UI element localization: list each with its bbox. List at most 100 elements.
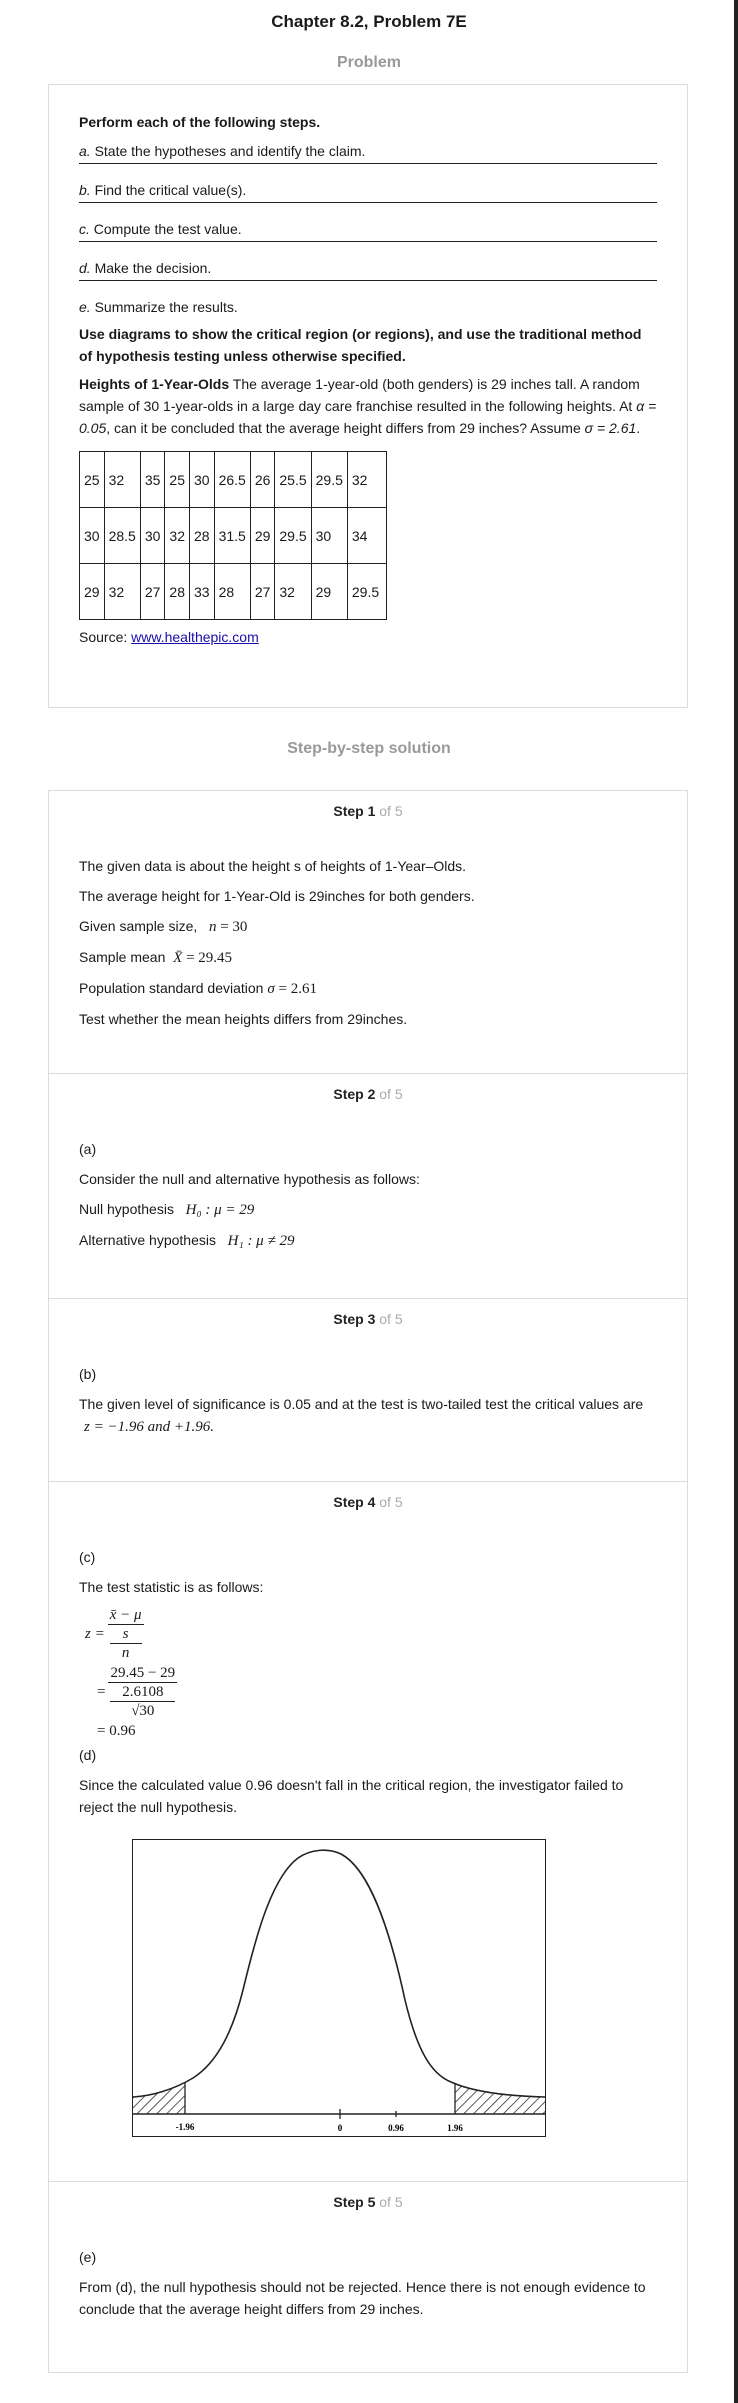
step-header: Step 5 of 5	[79, 2182, 657, 2224]
normal-distribution-plot: -1.96 0 0.96 1.96	[132, 1839, 546, 2137]
table-cell: 28	[164, 563, 190, 620]
step-number: Step 2	[333, 1086, 376, 1102]
step3-sentence: The given level of significance is 0.05 …	[79, 1396, 644, 1412]
math-expression: n = 30	[209, 919, 247, 935]
denominator-root: √30	[131, 1703, 155, 1719]
step1-label: Population standard deviation	[79, 980, 264, 996]
step1-std-dev: Population standard deviation σ = 2.61	[79, 977, 657, 1000]
source-label: Source:	[79, 629, 132, 645]
normal-curve	[132, 1849, 546, 2098]
table-cell: 33	[188, 563, 215, 620]
problem-step-c: c. Compute the test value.	[79, 217, 657, 242]
step-header: Step 1 of 5	[79, 791, 657, 833]
hypothesis-label: Null hypothesis	[79, 1201, 174, 1217]
denominator-n: n	[121, 1645, 130, 1661]
step1-sample-size: Given sample size, n = 30	[79, 915, 657, 938]
step-number: Step 3	[333, 1311, 376, 1327]
problem-step-b: b. Find the critical value(s).	[79, 178, 657, 203]
hypothesis-label: Alternative hypothesis	[79, 1232, 216, 1248]
label-test-statistic: 0.96	[388, 2123, 404, 2133]
table-cell: 31.5	[213, 507, 251, 564]
math-expression: z = −1.96 and +1.96.	[84, 1419, 214, 1435]
problem-heading: Problem	[336, 54, 401, 71]
source-link[interactable]: www.healthepic.com	[131, 629, 259, 645]
table-cell: 32	[274, 563, 312, 620]
problem-instruction: Perform each of the following steps.	[79, 114, 321, 130]
step5-conclusion: From (d), the null hypothesis should not…	[79, 2279, 646, 2317]
table-cell: 34	[346, 507, 387, 564]
math-expression: X̄ = 29.45	[173, 950, 232, 966]
step1-line: The given data is about the height s of …	[79, 858, 467, 874]
math-variable: σ	[267, 981, 275, 997]
problem-subheading: Heights of 1-Year-Olds	[79, 376, 230, 392]
table-cell: 25	[79, 451, 105, 508]
math-expression: H₀ : μ = 29	[185, 1202, 255, 1218]
table-cell: 27	[139, 563, 166, 620]
null-hypothesis: Null hypothesis H₀ : μ = 29	[79, 1198, 657, 1221]
table-cell: 28	[213, 563, 251, 620]
denominator-s: s	[109, 1625, 142, 1644]
solution-heading: Step-by-step solution	[287, 740, 451, 757]
table-cell: 26	[249, 451, 276, 508]
problem-text: , can it be concluded that the average h…	[106, 420, 585, 436]
step-text: Compute the test value.	[89, 221, 242, 237]
step-2-section: Step 2 of 5 (a) Consider the null and al…	[49, 1074, 687, 1299]
table-cell: 29	[79, 563, 105, 620]
table-cell: 35	[139, 451, 166, 508]
formula-result: = 0.96	[97, 1723, 136, 1739]
problem-step-e: e. Summarize the results.	[79, 295, 657, 319]
label-left-critical: -1.96	[176, 2122, 195, 2132]
math-value: = 2.61	[274, 981, 317, 997]
problem-body: Heights of 1-Year-Olds The average 1-yea…	[79, 373, 657, 439]
part-label: (e)	[79, 2249, 97, 2265]
table-cell: 32	[164, 507, 190, 564]
step-letter: a.	[79, 143, 91, 159]
table-cell: 28.5	[103, 507, 141, 564]
math-text: =	[97, 1684, 106, 1700]
step-total: of 5	[375, 1086, 403, 1102]
fraction: 29.45 − 29 2.6108 √30	[108, 1664, 178, 1720]
heights-table: 25 32 35 25 30 26.5 26 25.5 29.5 32 30 28.5 30 32 28 3…	[79, 451, 387, 620]
math-expression: H₁ : μ ≠ 29	[227, 1233, 295, 1249]
table-cell: 29	[310, 563, 348, 620]
step4-decision: Since the calculated value 0.96 doesn't …	[79, 1777, 624, 1815]
fraction: x̄ − μ s n	[107, 1606, 144, 1662]
step1-label: Sample mean	[79, 949, 166, 965]
step4-intro: The test statistic is as follows:	[79, 1579, 264, 1595]
diagram-note: Use diagrams to show the critical region…	[79, 326, 642, 364]
normal-curve-svg: -1.96 0 0.96 1.96	[132, 1849, 546, 2133]
step1-line: The average height for 1-Year-Old is 29i…	[79, 888, 475, 904]
problem-step-d: d. Make the decision.	[79, 256, 657, 281]
sigma-value: σ = 2.61	[584, 420, 637, 436]
part-label: (c)	[79, 1549, 96, 1565]
step-letter: c.	[79, 221, 90, 237]
page-title: Chapter 8.2, Problem 7E	[271, 12, 467, 31]
step-header: Step 2 of 5	[79, 1074, 657, 1116]
table-cell: 30	[139, 507, 166, 564]
step-total: of 5	[375, 2194, 403, 2210]
table-cell: 28	[188, 507, 215, 564]
table-cell: 30	[79, 507, 105, 564]
step-3-section: Step 3 of 5 (b) The given level of signi…	[49, 1299, 687, 1482]
numerator: 29.45 − 29	[108, 1665, 178, 1683]
table-row: 30 28.5 30 32 28 31.5 29 29.5 30 34	[79, 507, 387, 564]
table-cell: 26.5	[213, 451, 251, 508]
step-text: Find the critical value(s).	[90, 182, 247, 198]
problem-card: Perform each of the following steps. a. …	[48, 84, 688, 708]
table-cell: 32	[346, 451, 387, 508]
label-zero: 0	[338, 2123, 343, 2133]
math-value: = 30	[216, 919, 248, 935]
step3-text: The given level of significance is 0.05 …	[79, 1393, 657, 1438]
table-cell: 32	[103, 451, 141, 508]
table-cell: 25.5	[274, 451, 312, 508]
step-1-section: Step 1 of 5 The given data is about the …	[49, 791, 687, 1074]
step-letter: d.	[79, 260, 91, 276]
solution-card: Step 1 of 5 The given data is about the …	[48, 790, 688, 2373]
table-cell: 29.5	[274, 507, 312, 564]
table-cell: 27	[249, 563, 276, 620]
table-cell: 25	[164, 451, 190, 508]
denominator-value: 2.6108	[110, 1683, 176, 1702]
problem-step-a: a. State the hypotheses and identify the…	[79, 139, 657, 164]
table-row: 25 32 35 25 30 26.5 26 25.5 29.5 32	[79, 451, 387, 508]
math-expression: σ = 2.61	[267, 981, 317, 997]
